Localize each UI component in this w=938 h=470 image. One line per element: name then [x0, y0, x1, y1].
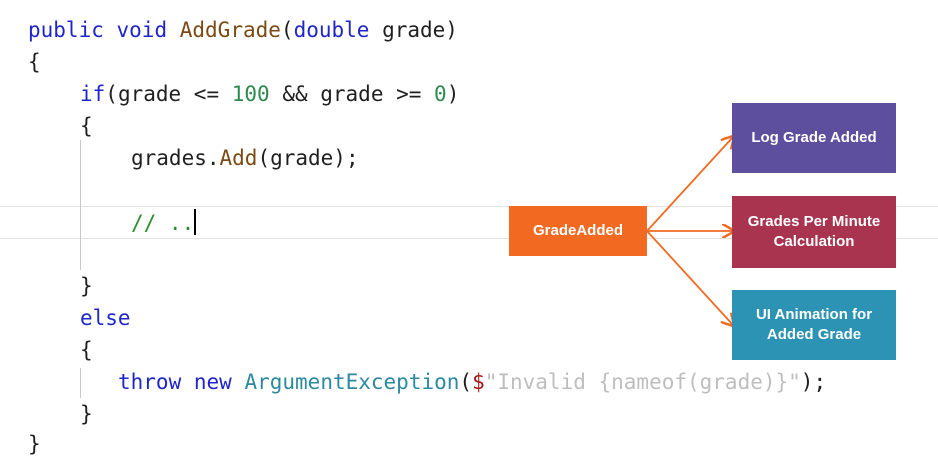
code-line-11[interactable]: {	[80, 334, 93, 366]
connector-arrow	[646, 230, 733, 325]
event-box-gradeadded: GradeAdded	[509, 206, 647, 256]
code-line-1[interactable]: public void AddGrade(double grade)	[28, 14, 458, 46]
code-line-13[interactable]: }	[80, 398, 93, 430]
parameter: grade	[382, 18, 446, 42]
variable: grades.	[131, 146, 220, 170]
event-label: GradeAdded	[532, 222, 623, 239]
keyword: throw	[118, 370, 182, 394]
number-literal: 0	[434, 82, 447, 106]
code-line-14[interactable]: }	[28, 428, 41, 460]
text-caret	[194, 209, 197, 235]
connector-arrow	[646, 137, 733, 232]
indent-guide	[80, 368, 81, 398]
type-name: double	[293, 18, 370, 42]
keyword: public	[28, 18, 104, 42]
obscured-string: "Invalid {nameof(grade)}"	[484, 370, 801, 394]
handler-box-grades-per-minute: Grades Per Minute Calculation	[732, 196, 896, 268]
handler-label: Log Grade Added	[751, 129, 877, 146]
code-line-12[interactable]: throw new ArgumentException($"Invalid {n…	[118, 366, 826, 398]
code-line-9[interactable]: }	[80, 270, 93, 302]
code-line-10[interactable]: else	[80, 302, 131, 334]
punctuation: )	[445, 18, 458, 42]
punctuation: (	[459, 370, 473, 394]
number-literal: 100	[231, 82, 270, 106]
handler-box-log-grade: Log Grade Added	[732, 103, 896, 173]
arguments: (grade);	[257, 146, 359, 170]
method-name: Add	[219, 146, 258, 170]
keyword: if	[80, 82, 106, 106]
handler-box-ui-animation: UI Animation for Added Grade	[732, 290, 896, 360]
event-diagram: GradeAdded Log Grade Added Grades Per Mi…	[495, 95, 915, 370]
code-line-5[interactable]: grades.Add(grade);	[131, 142, 359, 174]
handler-label: UI Animation for Added Grade	[755, 306, 873, 343]
condition: && grade >=	[269, 82, 435, 106]
class-name: ArgumentException	[244, 370, 460, 394]
comment: // ..	[131, 211, 195, 235]
handler-label: Grades Per Minute Calculation	[747, 213, 881, 250]
punctuation: );	[800, 370, 827, 394]
method-name: AddGrade	[179, 18, 281, 42]
keyword: new	[193, 370, 232, 394]
string-literal: $	[472, 370, 485, 394]
punctuation: (	[280, 18, 294, 42]
condition: (grade <=	[105, 82, 232, 106]
condition: )	[446, 82, 460, 106]
code-line-7[interactable]: // ..	[131, 207, 197, 239]
code-line-2[interactable]: {	[28, 46, 41, 78]
code-line-3[interactable]: if(grade <= 100 && grade >= 0)	[80, 78, 459, 110]
indent-guide	[80, 140, 81, 270]
keyword: void	[116, 18, 168, 42]
code-line-4[interactable]: {	[80, 110, 93, 142]
